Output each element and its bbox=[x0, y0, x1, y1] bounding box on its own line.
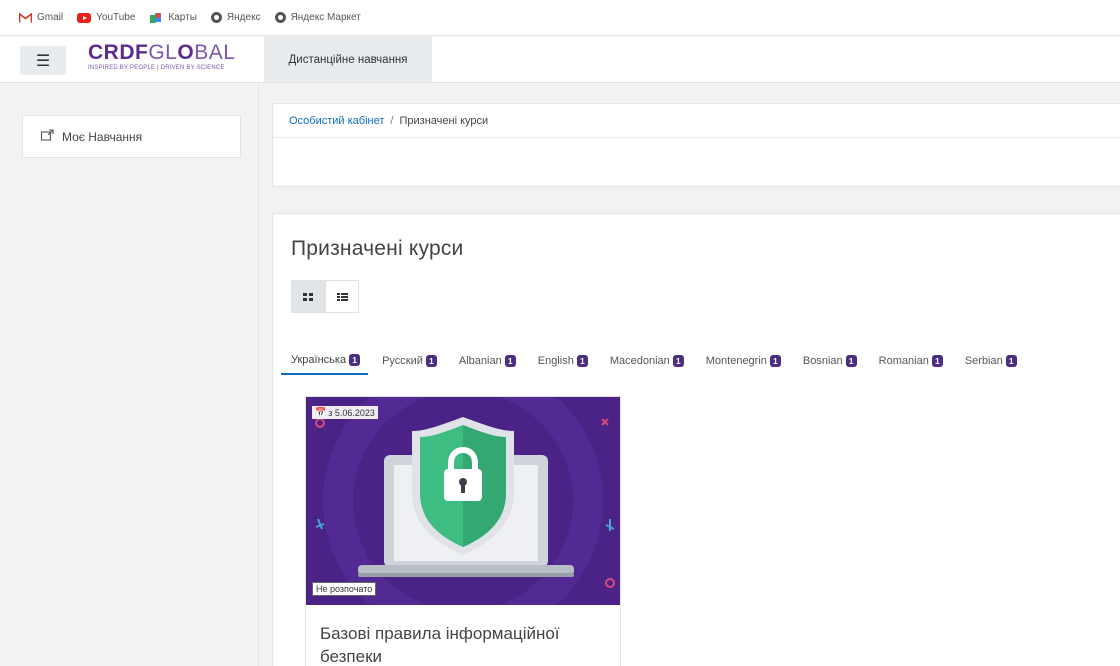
bookmark-label: YouTube bbox=[96, 12, 136, 23]
breadcrumb-current: Призначені курси bbox=[399, 114, 489, 127]
tab-macedonian[interactable]: Macedonian 1 bbox=[610, 351, 684, 375]
tab-label: Montenegrin bbox=[705, 355, 767, 367]
main-content: Призначені курси Українська 1 Русский 1 Al… bbox=[272, 213, 1120, 666]
logo-tagline: INSPIRED BY PEOPLE | DRIVEN BY SCIENCE bbox=[88, 65, 225, 71]
bookmark-label: Яндекс bbox=[226, 12, 261, 23]
bookmarks-bar: Gmail YouTube Карты Яндекс Яндекс Маркет bbox=[0, 0, 1120, 36]
grid-icon bbox=[303, 292, 313, 301]
maps-icon bbox=[149, 12, 163, 23]
count-badge: 1 bbox=[931, 355, 943, 367]
tab-label: Serbian bbox=[964, 355, 1003, 367]
breadcrumb: Особистий кабінет / Призначені курси bbox=[273, 104, 1120, 138]
count-badge: 1 bbox=[672, 355, 684, 367]
bookmark-label: Карты bbox=[168, 12, 197, 23]
calendar-icon: 📅 bbox=[315, 407, 327, 417]
bookmark-youtube[interactable]: YouTube bbox=[77, 12, 135, 23]
tab-russian[interactable]: Русский 1 bbox=[382, 351, 437, 375]
count-badge: 1 bbox=[1005, 355, 1017, 367]
course-date-tag: 📅 з 5.06.2023 bbox=[312, 406, 378, 419]
hamburger-icon: ☰ bbox=[35, 52, 51, 70]
tab-english[interactable]: English 1 bbox=[538, 351, 588, 375]
tab-label: Macedonian bbox=[609, 355, 670, 367]
sidebar: Моє Навчання bbox=[0, 84, 259, 666]
bookmark-label: Gmail bbox=[37, 12, 64, 23]
tab-montenegrin[interactable]: Montenegrin 1 bbox=[706, 351, 781, 375]
tab-ukrainian[interactable]: Українська 1 bbox=[281, 351, 369, 375]
tab-label: Bosnian bbox=[802, 355, 843, 367]
tab-label: Romanian bbox=[878, 355, 929, 367]
course-card[interactable]: 📅 з 5.06.2023 Не розпочато Базові правил… bbox=[305, 396, 621, 666]
bookmark-gmail[interactable]: Gmail bbox=[18, 12, 63, 23]
learning-icon bbox=[40, 129, 54, 144]
breadcrumb-home-link[interactable]: Особистий кабінет bbox=[289, 115, 384, 127]
course-image[interactable]: 📅 з 5.06.2023 Не розпочато bbox=[306, 397, 620, 605]
gmail-icon bbox=[18, 12, 32, 23]
nav-tab-distance-learning[interactable]: Дистанційне навчання bbox=[264, 37, 432, 82]
breadcrumb-separator: / bbox=[390, 114, 394, 127]
tab-label: Українська bbox=[291, 354, 347, 366]
page-title: Призначені курси bbox=[291, 237, 464, 260]
tab-albanian[interactable]: Albanian 1 bbox=[459, 351, 516, 375]
site-logo[interactable]: CRDFGLOBAL INSPIRED BY PEOPLE | DRIVEN B… bbox=[88, 42, 248, 78]
top-navbar: ☰ CRDFGLOBAL INSPIRED BY PEOPLE | DRIVEN… bbox=[0, 37, 1120, 83]
count-badge: 1 bbox=[504, 355, 516, 367]
view-toggle bbox=[291, 280, 359, 313]
globe-icon bbox=[274, 12, 286, 23]
tab-label: Albanian bbox=[458, 355, 502, 367]
course-date: з 5.06.2023 bbox=[328, 407, 375, 418]
list-icon bbox=[337, 293, 348, 301]
course-status-badge: Не розпочато bbox=[312, 582, 377, 596]
count-badge: 1 bbox=[349, 354, 361, 366]
logo-wordmark: CRDFGLOBAL bbox=[88, 41, 236, 64]
list-view-button[interactable] bbox=[325, 280, 359, 313]
course-illustration bbox=[315, 397, 615, 605]
count-badge: 1 bbox=[845, 355, 857, 367]
youtube-icon bbox=[77, 12, 92, 23]
tab-bosnian[interactable]: Bosnian 1 bbox=[803, 351, 857, 375]
grid-view-button[interactable] bbox=[291, 280, 325, 313]
globe-icon bbox=[210, 12, 222, 23]
language-tabs: Українська 1 Русский 1 Albanian 1 English 1 … bbox=[281, 351, 1039, 375]
tab-serbian[interactable]: Serbian 1 bbox=[965, 351, 1017, 375]
tab-romanian[interactable]: Romanian 1 bbox=[879, 351, 943, 375]
tab-label: Русский bbox=[382, 355, 423, 367]
sidebar-item-my-learning[interactable]: Моє Навчання bbox=[22, 115, 241, 158]
bookmark-maps[interactable]: Карты bbox=[149, 12, 197, 23]
count-badge: 1 bbox=[425, 355, 437, 367]
menu-toggle-button[interactable]: ☰ bbox=[20, 46, 66, 75]
bookmark-yandex[interactable]: Яндекс bbox=[210, 12, 261, 23]
bookmark-yandex-market[interactable]: Яндекс Маркет bbox=[274, 12, 361, 23]
course-title-link[interactable]: Базові правила інформаційної безпеки bbox=[320, 622, 610, 666]
bookmark-label: Яндекс Маркет bbox=[290, 12, 361, 23]
sidebar-item-label: Моє Навчання bbox=[62, 129, 143, 144]
count-badge: 1 bbox=[576, 355, 588, 367]
count-badge: 1 bbox=[769, 355, 781, 367]
tab-label: English bbox=[537, 355, 574, 367]
breadcrumb-card: Особистий кабінет / Призначені курси bbox=[272, 103, 1120, 187]
